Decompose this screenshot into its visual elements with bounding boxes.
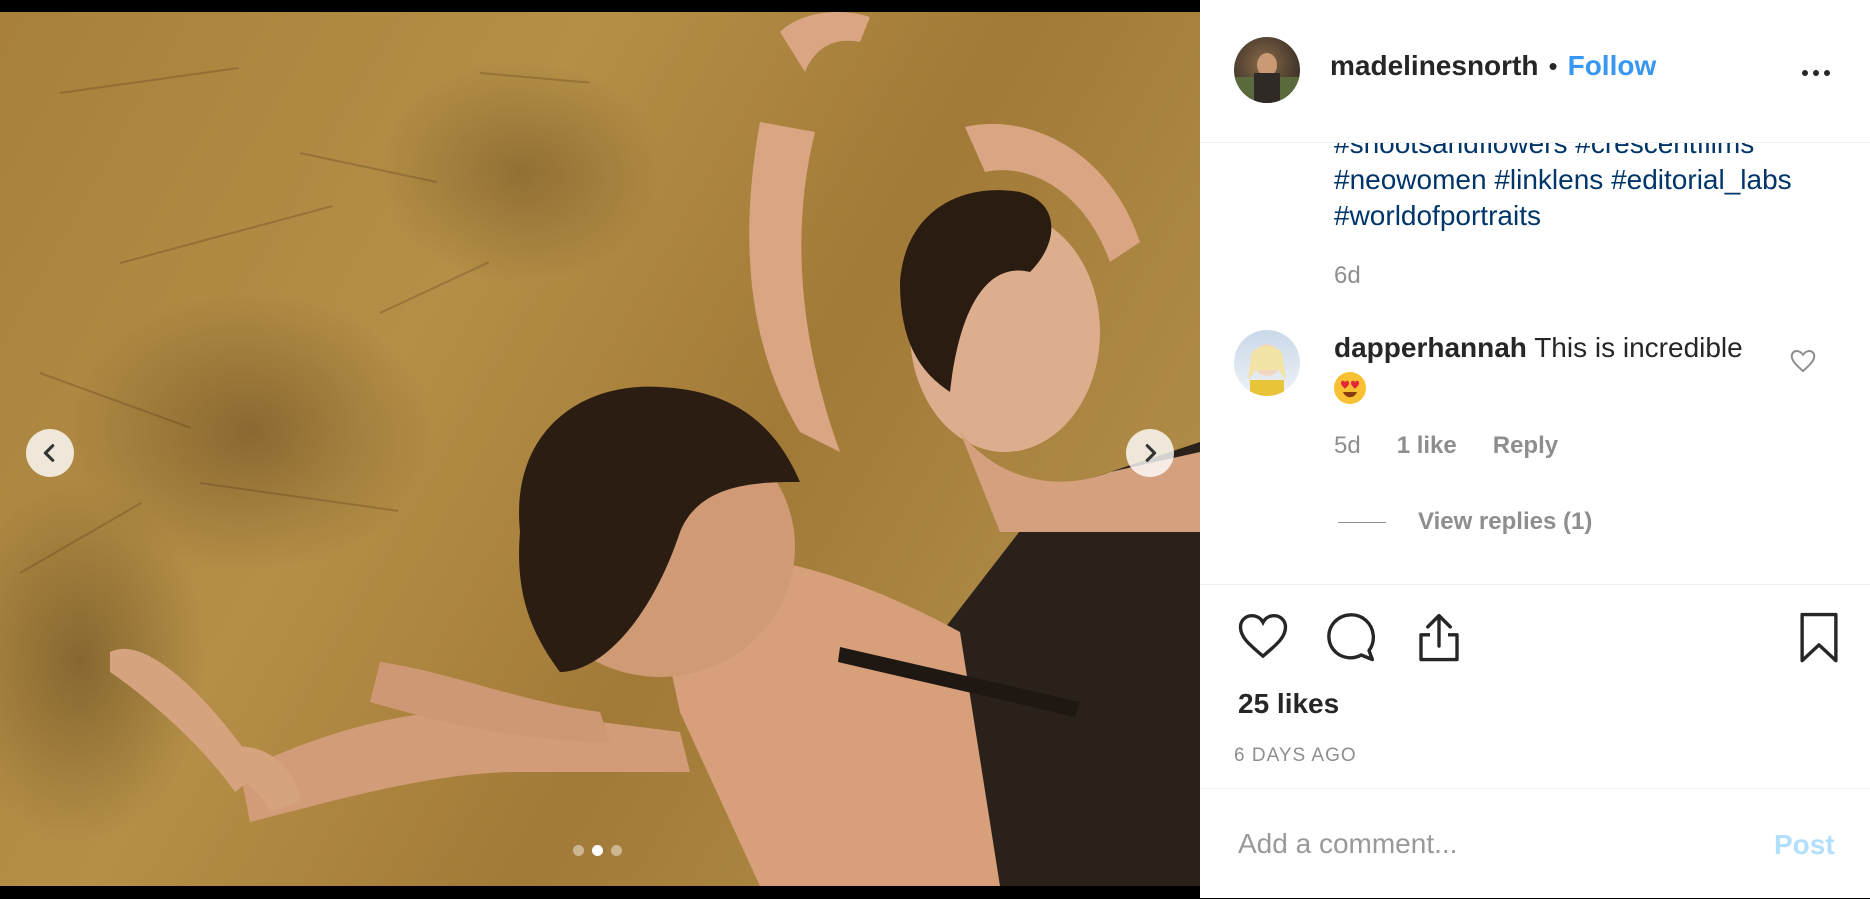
chevron-left-icon <box>43 444 55 462</box>
more-options-icon[interactable] <box>1802 58 1842 88</box>
post-photo[interactable] <box>0 12 1200 886</box>
previous-photo-button[interactable] <box>26 429 74 477</box>
caption-hashtags: #shootsandflowers #crescentfilms #neowom… <box>1334 142 1854 234</box>
share-icon[interactable] <box>1412 610 1466 664</box>
replies-divider <box>1338 521 1386 523</box>
post-side-panel: madelinesnorth • Follow #shootsandflower… <box>1200 0 1870 898</box>
post-header: madelinesnorth • Follow <box>1200 0 1870 143</box>
post-media <box>0 0 1200 898</box>
comment-timestamp[interactable]: 5d <box>1334 432 1361 460</box>
post-comment-button[interactable]: Post <box>1774 829 1835 861</box>
dancers-illustration <box>110 12 1200 886</box>
post-actions <box>1236 610 1846 670</box>
hashtag[interactable]: #neowomen <box>1334 164 1487 195</box>
comment-body: dapperhannah This is incredible <box>1334 330 1774 404</box>
carousel-dot <box>573 845 584 856</box>
separator-dot: • <box>1548 50 1558 81</box>
add-comment-bar: Post <box>1200 788 1870 899</box>
hashtag[interactable]: #editorial_labs <box>1611 164 1792 195</box>
view-replies-label: View replies (1) <box>1418 508 1593 535</box>
next-photo-button[interactable] <box>1126 429 1174 477</box>
comments-section[interactable]: #shootsandflowers #crescentfilms #neowom… <box>1200 142 1870 585</box>
comment-meta: 5d 1 like Reply <box>1334 432 1558 460</box>
carousel-dot-active <box>592 845 603 856</box>
like-comment-heart-icon[interactable] <box>1788 346 1818 376</box>
hashtag[interactable]: #worldofportraits <box>1334 200 1541 231</box>
carousel-indicator <box>573 845 622 856</box>
reply-button[interactable]: Reply <box>1493 432 1558 460</box>
heart-eyes-emoji <box>1334 371 1366 404</box>
heart-icon[interactable] <box>1236 610 1290 664</box>
comment-input[interactable] <box>1238 819 1718 869</box>
view-replies-button[interactable]: View replies (1) <box>1338 508 1592 536</box>
carousel-dot <box>611 845 622 856</box>
comment-likes[interactable]: 1 like <box>1397 432 1457 460</box>
comment-icon[interactable] <box>1324 610 1378 664</box>
commenter-username[interactable]: dapperhannah <box>1334 332 1527 363</box>
hashtag[interactable]: #linklens <box>1494 164 1603 195</box>
author-username[interactable]: madelinesnorth <box>1330 50 1538 82</box>
post-timestamp[interactable]: 6 DAYS AGO <box>1234 745 1357 767</box>
bookmark-icon[interactable] <box>1792 610 1846 664</box>
chevron-right-icon <box>1145 444 1157 462</box>
caption-timestamp[interactable]: 6d <box>1334 262 1361 290</box>
follow-button[interactable]: Follow <box>1568 50 1657 82</box>
hashtag-line-partial[interactable]: #shootsandflowers #crescentfilms <box>1334 142 1854 162</box>
commenter-avatar[interactable] <box>1234 330 1300 396</box>
comment-text: This is incredible <box>1534 332 1743 363</box>
author-avatar[interactable] <box>1234 37 1300 103</box>
likes-count[interactable]: 25 likes <box>1238 688 1339 720</box>
